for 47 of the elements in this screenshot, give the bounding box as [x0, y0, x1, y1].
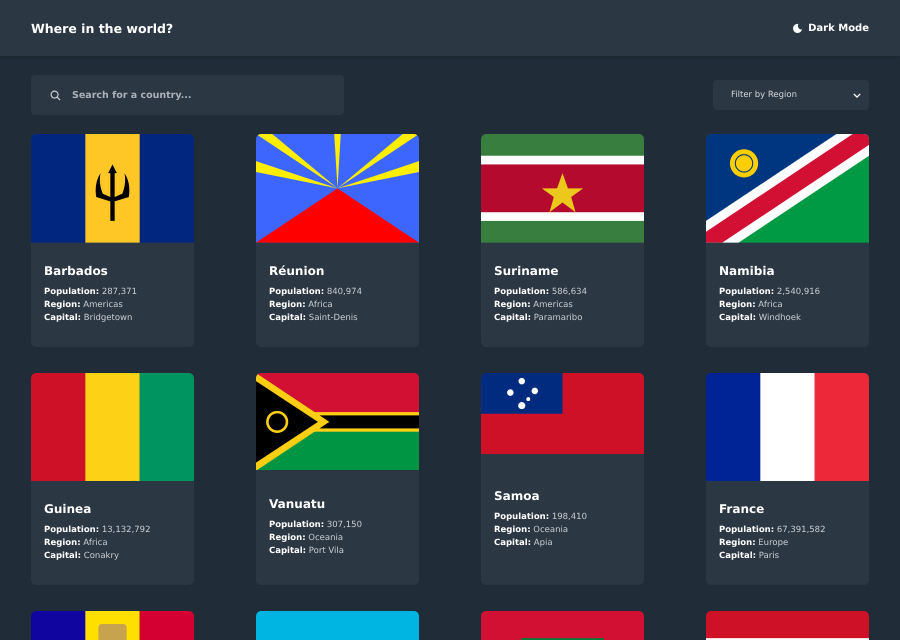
country-card[interactable]: Vanuatu Population: 307,150 Region: Oceania Capital: Port Vila — [256, 372, 419, 586]
country-detail: Capital: Windhoek — [719, 312, 802, 325]
country-card[interactable]: Namibia Population: 2,540,916 Region: Africa Capital: Windhoek — [706, 134, 869, 347]
country-detail: Population: 198,410 — [494, 510, 588, 524]
country-detail: Region: Africa — [719, 298, 784, 312]
country-card[interactable]: Guinea Population: 13,132,792 Region: Africa Capital: Conakry — [31, 372, 194, 586]
country-detail: Population: 13,132,792 — [44, 524, 152, 538]
country-card[interactable]: Samoa Population: 198,410 Region: Oceania Capital: Apia — [481, 372, 644, 586]
country-detail: Capital: Paris — [719, 550, 780, 564]
country-detail: Capital: Conakry — [44, 550, 120, 564]
moon-icon — [792, 22, 804, 34]
country-name: Samoa — [494, 488, 541, 503]
country-detail: Region: Africa — [269, 298, 334, 312]
chevron-down-icon — [853, 92, 861, 98]
country-detail: Capital: Apia — [494, 536, 554, 550]
country-detail: Capital: Bridgetown — [44, 312, 134, 325]
dark-mode-toggle[interactable]: Dark Mode — [792, 22, 869, 34]
country-detail: Population: 586,634 — [494, 286, 588, 299]
country-name: Vanuatu — [269, 496, 326, 511]
country-name: Guinea — [44, 502, 92, 516]
country-detail: Population: 840,974 — [269, 286, 363, 299]
country-card[interactable]: France Population: 67,391,582 Region: Europe Capital: Paris — [706, 372, 869, 586]
country-detail: Population: 287,371 — [44, 286, 138, 299]
country-detail: Population: 2,540,916 — [719, 286, 822, 299]
country-name: Barbados — [44, 264, 109, 278]
country-card[interactable]: Barbados Population: 287,371 Region: Americas Capital: Bridgetown — [31, 134, 194, 347]
country-detail: Capital: Paramaribo — [494, 312, 584, 325]
search-field[interactable]: Search for a country... — [31, 75, 344, 115]
country-detail: Region: Europe — [719, 537, 790, 550]
country-detail: Region: Americas — [494, 298, 574, 312]
country-card[interactable]: Réunion Population: 840,974 Region: Africa Capital: Saint-Denis — [256, 134, 419, 347]
country-name: Réunion — [269, 264, 326, 278]
search-icon — [50, 90, 61, 101]
country-name: Namibia — [719, 264, 776, 278]
country-detail: Population: 307,150 — [269, 518, 363, 532]
site-title: Where in the world? — [31, 20, 174, 36]
country-name: Suriname — [494, 264, 560, 278]
country-detail: Region: Africa — [44, 537, 109, 550]
region-filter-dropdown[interactable]: Filter by Region — [713, 80, 869, 110]
country-name: France — [719, 502, 766, 516]
country-detail: Region: Oceania — [269, 532, 344, 545]
country-detail: Region: Oceania — [494, 524, 570, 537]
country-detail: Capital: Saint-Denis — [269, 312, 359, 325]
country-card[interactable]: Suriname Population: 586,634 Region: Americas Capital: Paramaribo — [481, 134, 644, 347]
country-detail: Region: Americas — [44, 298, 124, 312]
country-detail: Population: 67,391,582 — [719, 524, 826, 538]
country-detail: Capital: Port Vila — [269, 544, 345, 558]
